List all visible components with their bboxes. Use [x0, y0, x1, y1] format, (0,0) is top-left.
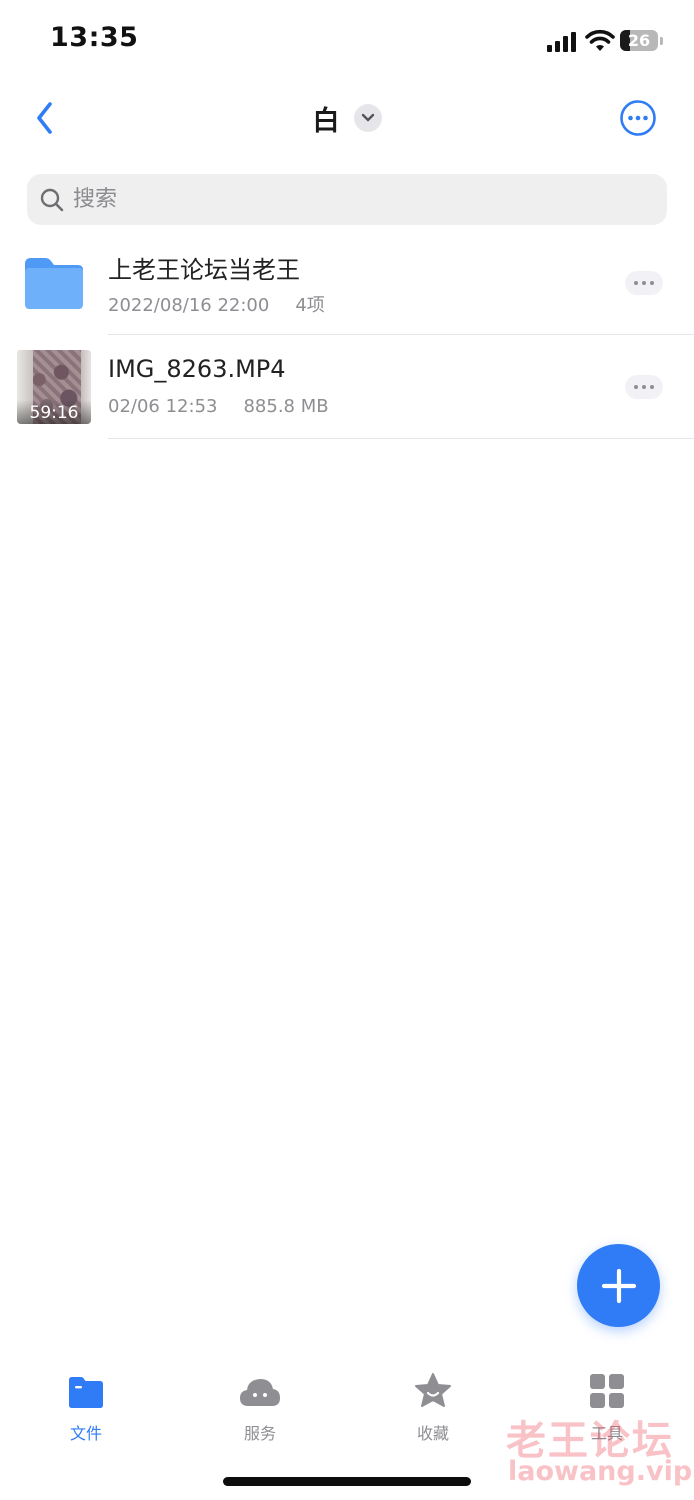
home-indicator[interactable] [223, 1477, 471, 1486]
plus-icon [601, 1268, 636, 1303]
file-name[interactable]: 上老王论坛当老王 [108, 250, 300, 285]
battery-indicator: 26 [620, 30, 664, 52]
file-size: 885.8 MB [243, 396, 329, 417]
file-list-item[interactable] [0, 336, 694, 440]
tab-favorites[interactable]: 收藏 [373, 1372, 493, 1444]
tab-services[interactable]: 服务 [200, 1372, 320, 1444]
tab-label: 服务 [243, 1424, 276, 1443]
chevron-down-icon [361, 113, 374, 122]
cloud-icon [240, 1379, 280, 1406]
tab-label: 文件 [69, 1424, 102, 1443]
search-icon [40, 188, 64, 211]
battery-level: 26 [627, 31, 651, 50]
file-more-button[interactable] [625, 271, 663, 295]
video-duration: 59:16 [17, 400, 91, 424]
divider [108, 438, 694, 439]
watermark-url: laowang.vip [508, 1456, 693, 1487]
tab-files[interactable]: 文件 [26, 1372, 146, 1444]
back-chevron-icon[interactable] [28, 96, 62, 140]
folder-icon [69, 1377, 103, 1408]
file-item-count: 4项 [295, 295, 325, 316]
star-icon [415, 1373, 451, 1407]
file-list-item[interactable] [0, 232, 694, 336]
tab-label: 收藏 [416, 1424, 449, 1443]
wifi-icon [585, 29, 615, 51]
file-meta: 02/06 12:53 885.8 MB [108, 396, 329, 417]
divider [108, 334, 694, 335]
file-date: 02/06 12:53 [108, 396, 218, 417]
cellular-signal-icon [547, 32, 576, 52]
add-button[interactable] [577, 1244, 660, 1327]
file-name[interactable]: IMG_8263.MP4 [108, 355, 286, 383]
search-bar[interactable] [27, 174, 667, 225]
file-date: 2022/08/16 22:00 [108, 295, 270, 316]
page-title[interactable]: 白 [313, 99, 340, 138]
file-meta: 2022/08/16 22:00 4项 [108, 291, 325, 317]
search-input[interactable] [71, 186, 635, 213]
status-time: 13:35 [50, 22, 139, 53]
folder-icon [25, 258, 83, 309]
file-more-button[interactable] [625, 375, 663, 399]
grid-icon [590, 1374, 624, 1408]
video-thumbnail[interactable]: 59:16 [17, 350, 91, 424]
nav-title-area: 白 [0, 96, 694, 140]
title-dropdown-button[interactable] [353, 104, 382, 132]
more-options-button[interactable] [619, 99, 657, 137]
